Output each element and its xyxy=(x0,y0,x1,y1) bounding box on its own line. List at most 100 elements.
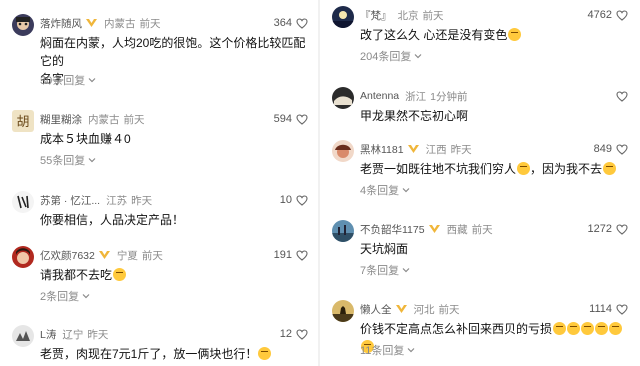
vip-badge-icon xyxy=(428,224,441,234)
avatar[interactable] xyxy=(332,300,354,322)
heart-icon xyxy=(296,194,308,206)
username[interactable]: Antenna xyxy=(360,90,399,102)
grin-emoji-icon xyxy=(603,162,617,175)
avatar[interactable] xyxy=(12,14,34,36)
comment-text: 改了这么久 心还是没有变色 xyxy=(360,26,632,44)
location: 内蒙古 xyxy=(104,17,136,30)
avatar[interactable] xyxy=(12,246,34,268)
view-replies-link[interactable]: 11条回复 xyxy=(360,342,415,358)
comment-meta: 黑林1181 江西 昨天 xyxy=(360,141,472,157)
vip-badge-icon xyxy=(98,250,111,260)
reply-count: 30条回复 xyxy=(40,75,86,87)
like-count: 1114 xyxy=(589,303,612,315)
like-button[interactable]: 1272 xyxy=(588,221,628,237)
laugh-emoji-icon xyxy=(258,347,272,360)
avatar[interactable] xyxy=(12,325,34,347)
username[interactable]: L涛 xyxy=(40,327,56,342)
like-button[interactable] xyxy=(612,88,628,104)
avatar[interactable] xyxy=(12,191,34,213)
like-button[interactable]: 849 xyxy=(594,141,628,157)
right-comment-column: 『梵』 北京 前天 4762 改了这么久 心还是没有变色 204条回复 Ante… xyxy=(320,0,640,366)
avatar[interactable] xyxy=(332,220,354,242)
like-button[interactable]: 12 xyxy=(280,326,308,342)
view-replies-link[interactable]: 2条回复 xyxy=(40,288,90,304)
like-button[interactable]: 10 xyxy=(280,192,308,208)
like-count: 364 xyxy=(273,17,292,29)
avatar[interactable] xyxy=(332,87,354,109)
view-replies-link[interactable]: 7条回复 xyxy=(360,262,410,278)
view-replies-link[interactable]: 30条回复 xyxy=(40,72,96,88)
username[interactable]: 懒人全 xyxy=(360,302,392,317)
laugh-emoji-icon xyxy=(581,322,595,335)
avatar[interactable]: 胡 xyxy=(12,110,34,132)
laugh-emoji-icon xyxy=(113,268,127,281)
view-replies-link[interactable]: 204条回复 xyxy=(360,48,422,64)
avatar[interactable] xyxy=(332,140,354,162)
like-count: 4762 xyxy=(587,9,612,21)
avatar[interactable] xyxy=(332,6,354,28)
comment-line: 天坑焖面 xyxy=(360,242,409,256)
laugh-emoji-icon xyxy=(567,322,581,335)
comment-meta: 苏第 · 忆江... 江苏 昨天 xyxy=(40,192,152,208)
location: 江苏 xyxy=(106,194,128,207)
like-count: 10 xyxy=(279,194,292,206)
chevron-down-icon xyxy=(82,292,90,300)
username[interactable]: 亿欢颜7632 xyxy=(40,248,95,263)
username[interactable]: 黑林1181 xyxy=(360,142,404,157)
like-button[interactable]: 4762 xyxy=(588,7,628,23)
timestamp: 前天 xyxy=(471,223,493,236)
comment-line: 焖面在内蒙，人均20吃的很饱。这个价格比较匹配它的 xyxy=(40,36,306,68)
reply-count: 4条回复 xyxy=(360,185,400,197)
username[interactable]: 苏第 · 忆江... xyxy=(40,193,100,208)
heart-icon xyxy=(616,143,628,155)
like-count: 1272 xyxy=(587,223,612,235)
comment-line: 甲龙果然不忘初心啊 xyxy=(360,109,469,123)
heart-icon xyxy=(296,17,308,29)
comment-meta: L涛 辽宁 昨天 xyxy=(40,326,108,342)
comment-text: 老贾，肉现在7元1斤了，放一俩块也行！ xyxy=(40,345,312,363)
heart-icon xyxy=(296,328,308,340)
laugh-emoji-icon xyxy=(508,28,522,41)
chevron-down-icon xyxy=(414,52,422,60)
username[interactable]: 『梵』 xyxy=(360,8,392,23)
like-button[interactable]: 1114 xyxy=(589,301,628,317)
view-replies-link[interactable]: 55条回复 xyxy=(40,152,96,168)
location: 西藏 xyxy=(446,223,468,236)
comment-text: 老贾一如既往地不坑我们穷人 ，因为我不去 xyxy=(360,160,632,178)
comment-text: 甲龙果然不忘初心啊 xyxy=(360,107,632,125)
vip-badge-icon xyxy=(85,18,98,28)
vip-badge-icon xyxy=(395,304,408,314)
comment-meta: 不负韶华1175 西藏 前天 xyxy=(360,221,493,237)
timestamp: 1分钟前 xyxy=(430,90,468,103)
chevron-down-icon xyxy=(402,266,410,274)
username[interactable]: 落炸随风 xyxy=(40,16,82,31)
svg-text:胡: 胡 xyxy=(16,115,29,130)
reply-count: 55条回复 xyxy=(40,155,86,167)
timestamp: 昨天 xyxy=(131,194,153,207)
timestamp: 前天 xyxy=(438,303,460,316)
grin-emoji-icon xyxy=(517,162,531,175)
comment-meta: 亿欢颜7632 宁夏 前天 xyxy=(40,247,163,263)
heart-icon xyxy=(616,303,628,315)
username[interactable]: 不负韶华1175 xyxy=(360,222,425,237)
like-button[interactable]: 594 xyxy=(274,111,308,127)
comment-meta: 糊里糊涂 内蒙古 前天 xyxy=(40,111,145,127)
heart-icon xyxy=(296,113,308,125)
like-button[interactable]: 191 xyxy=(274,247,308,263)
location: 江西 xyxy=(425,143,447,156)
timestamp: 昨天 xyxy=(450,143,472,156)
location: 浙江 xyxy=(405,90,427,103)
like-count: 191 xyxy=(273,249,292,261)
view-replies-link[interactable]: 4条回复 xyxy=(360,182,410,198)
reply-count: 2条回复 xyxy=(40,291,80,303)
like-button[interactable]: 364 xyxy=(274,15,308,31)
heart-icon xyxy=(616,90,628,102)
location: 北京 xyxy=(397,9,419,22)
like-count: 12 xyxy=(279,328,292,340)
comment-text: 成本５块血赚４0 xyxy=(40,130,312,148)
laugh-emoji-icon xyxy=(609,322,623,335)
username[interactable]: 糊里糊涂 xyxy=(40,112,82,127)
chevron-down-icon xyxy=(88,76,96,84)
timestamp: 前天 xyxy=(422,9,444,22)
laugh-emoji-icon xyxy=(553,322,567,335)
